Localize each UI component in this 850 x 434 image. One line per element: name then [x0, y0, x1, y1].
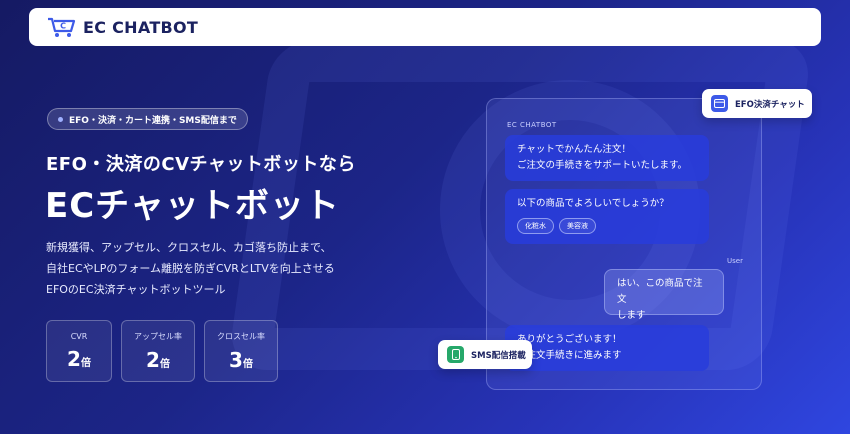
message-line: ご注文の手続きをサポートいたします。 — [517, 160, 688, 171]
message-line: 以下の商品でよろしいでしょうか？ — [517, 198, 669, 209]
message-line: します — [617, 310, 646, 321]
description-line: 自社ECやLPのフォーム離脱を防ぎCVRとLTVを向上させる — [46, 262, 335, 275]
feature-pill: EFO・決済・カート連携・SMS配信まで — [47, 108, 248, 130]
bot-message-bubble: 以下の商品でよろしいでしょうか？ 化粧水 美容液 — [505, 189, 709, 244]
logo-text[interactable]: EC CHATBOT — [83, 18, 198, 37]
cart-chat-icon[interactable]: C — [47, 16, 77, 38]
description-line: EFOのEC決済チャットボットツール — [46, 283, 226, 296]
svg-text:C: C — [60, 22, 66, 31]
bot-message-bubble: チャットでかんたん注文！ ご注文の手続きをサポートいたします。 — [505, 135, 709, 181]
stats-row: CVR 2倍 アップセル率 2倍 クロスセル率 3倍 — [46, 320, 278, 382]
message-line: はい、この商品で注文 — [617, 278, 703, 305]
hero-heading: ECチャットボット — [45, 186, 340, 226]
product-chip[interactable]: 化粧水 — [517, 218, 554, 234]
stat-card-cvr: CVR 2倍 — [46, 320, 112, 382]
description-line: 新規獲得、アップセル、クロスセル、カゴ落ち防止まで、 — [46, 241, 332, 254]
user-message-bubble: はい、この商品で注文 します — [604, 269, 724, 321]
stat-label: CVR — [70, 331, 88, 341]
message-line: チャットでかんたん注文！ — [517, 144, 631, 155]
hero-subheading: EFO・決済のCVチャットボットなら — [46, 154, 356, 175]
efo-badge: EFO決済チャット — [702, 89, 812, 118]
stat-card-crosssell: クロスセル率 3倍 — [204, 320, 278, 382]
sms-badge: SMS配信搭載 — [438, 340, 532, 369]
hero-description: 新規獲得、アップセル、クロスセル、カゴ落ち防止まで、 自社ECやLPのフォーム離… — [46, 237, 335, 300]
stat-card-upsell: アップセル率 2倍 — [121, 320, 195, 382]
card-icon — [711, 95, 728, 112]
message-line: ありがとうございます！ — [517, 334, 622, 345]
user-tag: User — [727, 257, 743, 265]
product-chip[interactable]: 美容液 — [559, 218, 596, 234]
product-chips: 化粧水 美容液 — [517, 218, 697, 234]
chat-brand-label: EC CHATBOT — [507, 121, 557, 129]
pill-dot-icon — [58, 116, 63, 122]
stat-label: クロスセル率 — [217, 331, 265, 341]
site-header: C EC CHATBOT — [29, 8, 821, 46]
phone-icon — [447, 346, 464, 363]
stat-value: 3倍 — [229, 347, 253, 372]
sms-badge-label: SMS配信搭載 — [471, 350, 526, 361]
stat-value: 2倍 — [67, 346, 91, 371]
feature-pill-label: EFO・決済・カート連携・SMS配信まで — [69, 115, 237, 126]
stat-label: アップセル率 — [134, 331, 182, 341]
efo-badge-label: EFO決済チャット — [735, 99, 805, 110]
message-line: ご注文手続きに進みます — [517, 350, 622, 361]
stat-value: 2倍 — [146, 347, 170, 372]
bot-message-bubble: ありがとうございます！ ご注文手続きに進みます — [505, 325, 709, 371]
